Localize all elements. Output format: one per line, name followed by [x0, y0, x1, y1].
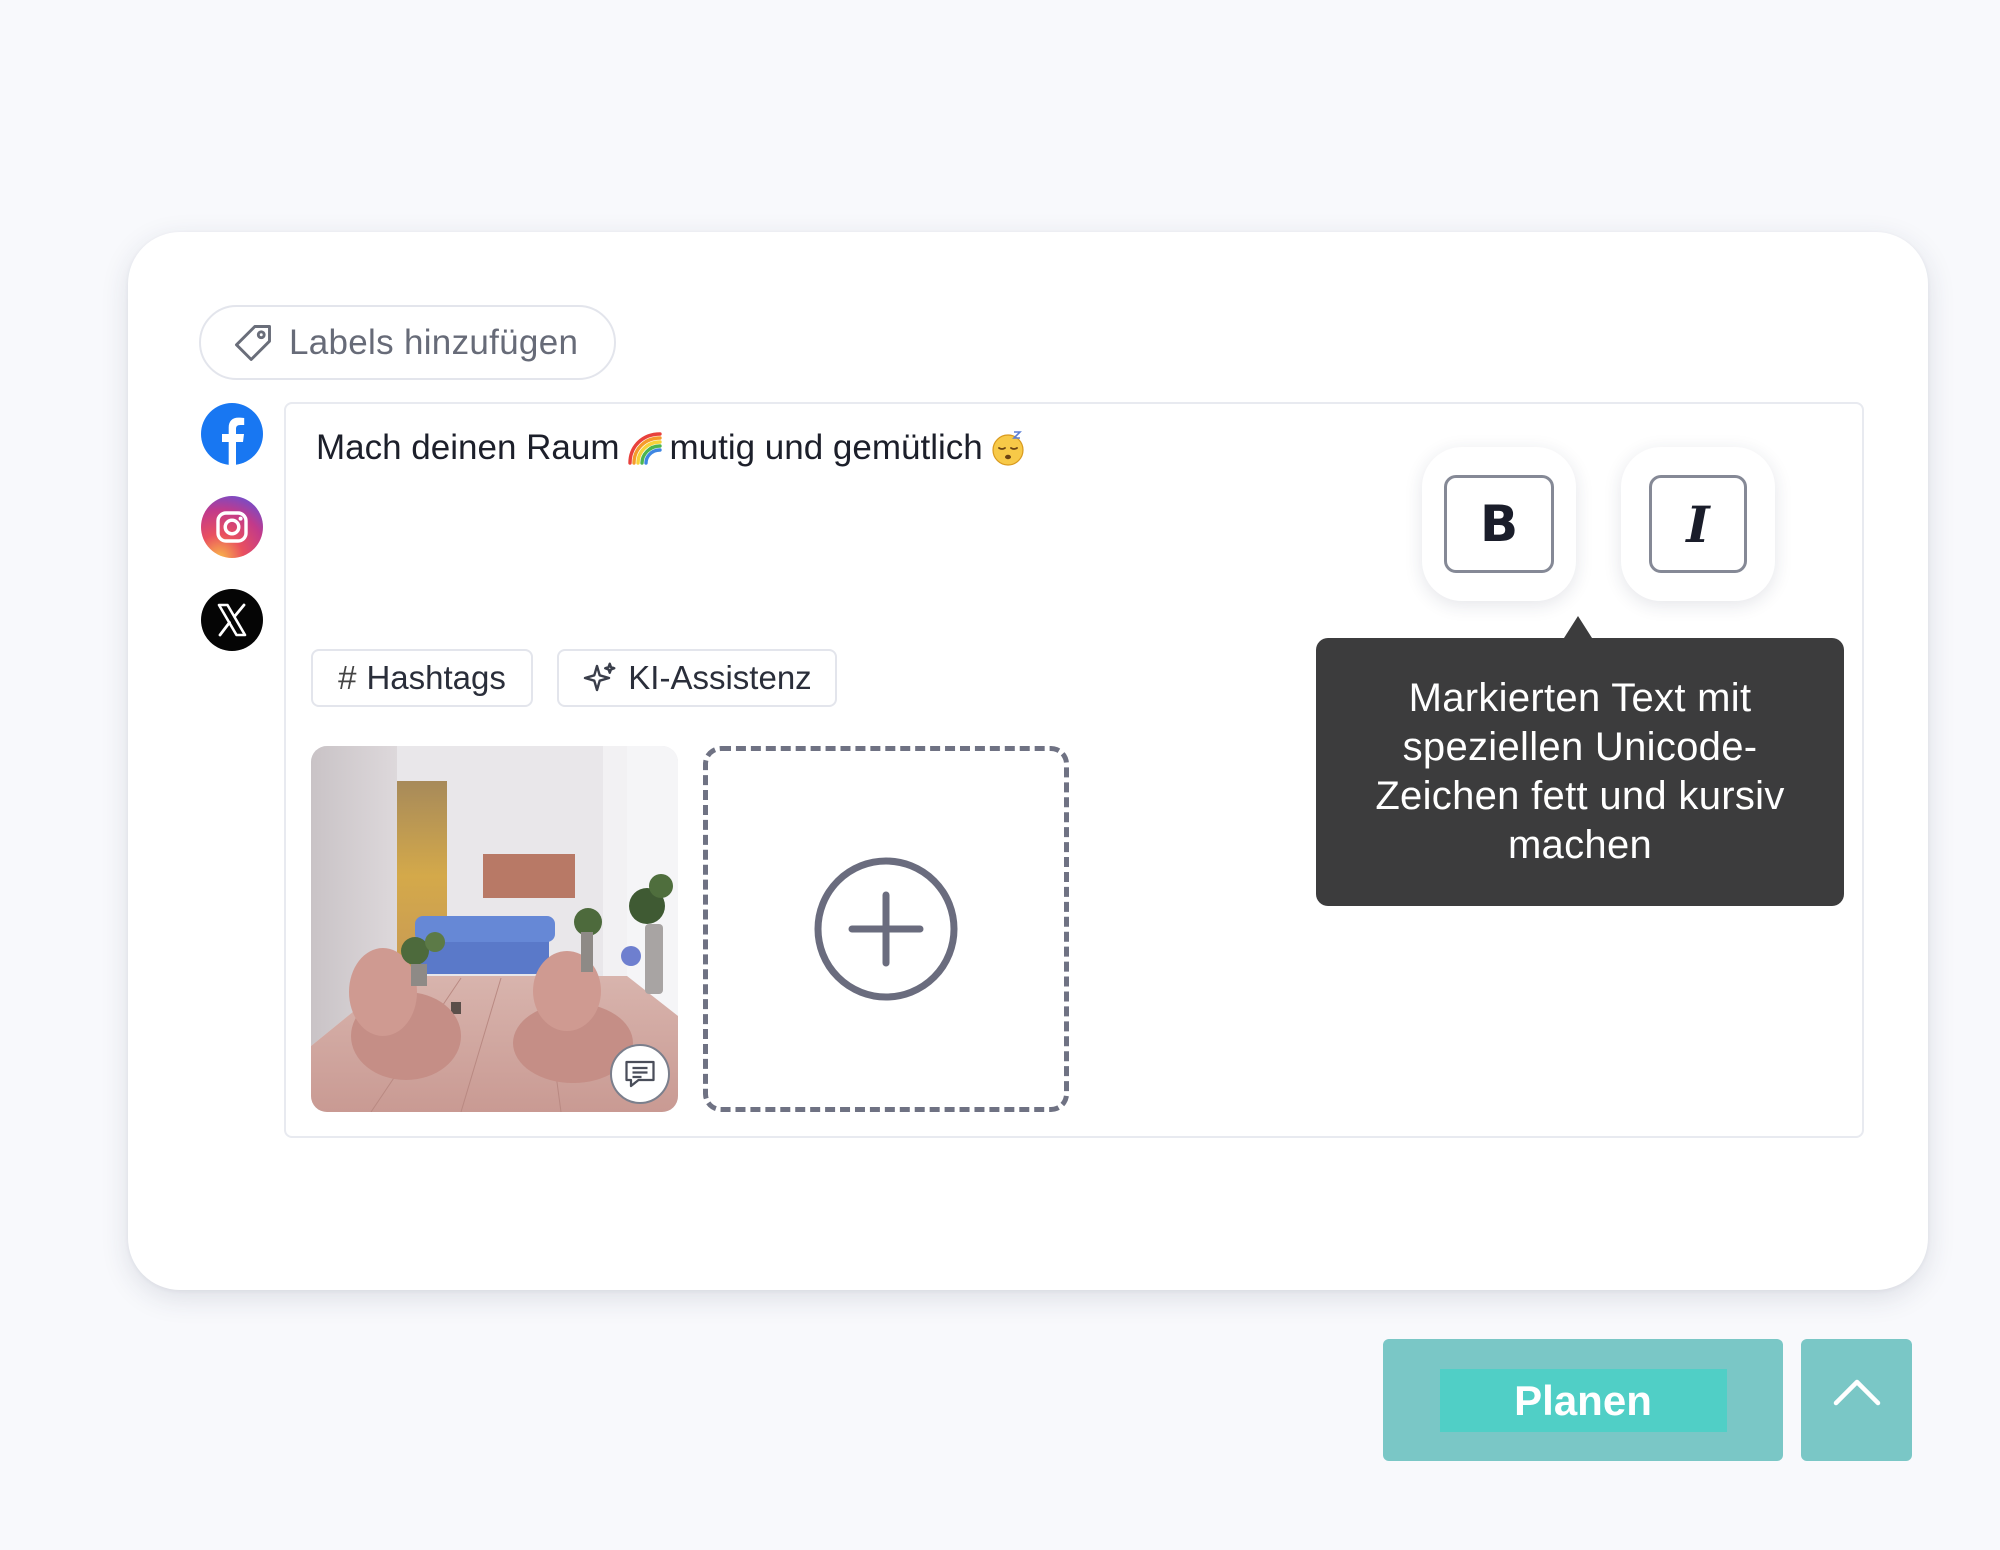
instagram-account-icon[interactable]	[200, 495, 264, 559]
tag-icon	[235, 324, 271, 361]
expand-options-button[interactable]	[1801, 1339, 1912, 1461]
sleepy-face-emoji-icon	[989, 429, 1027, 467]
post-text-part-2: mutig und gemütlich	[669, 428, 983, 467]
plus-circle-icon	[814, 857, 958, 1001]
schedule-button[interactable]: Planen	[1383, 1339, 1783, 1461]
ai-assistant-button[interactable]: KI-Assistenz	[557, 649, 837, 707]
post-text[interactable]: Mach deinen Raum mutig und gemütlich	[316, 428, 1033, 468]
rainbow-emoji-icon	[626, 429, 664, 467]
add-labels-label: Labels hinzufügen	[289, 322, 579, 362]
add-media-button[interactable]	[703, 746, 1069, 1112]
ai-assistant-label: KI-Assistenz	[628, 659, 812, 696]
schedule-button-label: Planen	[1439, 1368, 1727, 1432]
italic-button-wrapper: I	[1621, 447, 1775, 601]
bold-button[interactable]: B	[1444, 475, 1554, 573]
x-account-icon[interactable]	[200, 588, 264, 652]
formatting-tooltip: Markierten Text mit speziellen Unicode-Z…	[1316, 616, 1844, 906]
facebook-account-icon[interactable]	[200, 402, 264, 466]
post-text-part-1: Mach deinen Raum	[316, 428, 620, 467]
comment-icon	[625, 1060, 655, 1088]
italic-button[interactable]: I	[1649, 475, 1747, 573]
add-labels-button[interactable]: Labels hinzufügen	[199, 305, 616, 380]
hashtag-icon: #	[338, 659, 357, 696]
hashtags-label: Hashtags	[366, 659, 506, 696]
alt-text-button[interactable]	[610, 1044, 670, 1104]
composer-stage: Labels hinzufügen Mach deinen Raum mutig…	[0, 0, 2000, 1550]
chevron-up-icon	[1833, 1379, 1880, 1406]
bold-button-wrapper: B	[1422, 447, 1576, 601]
hashtags-button[interactable]: # Hashtags	[311, 649, 533, 707]
media-thumbnail[interactable]	[311, 746, 678, 1112]
sparkle-icon	[584, 662, 616, 692]
